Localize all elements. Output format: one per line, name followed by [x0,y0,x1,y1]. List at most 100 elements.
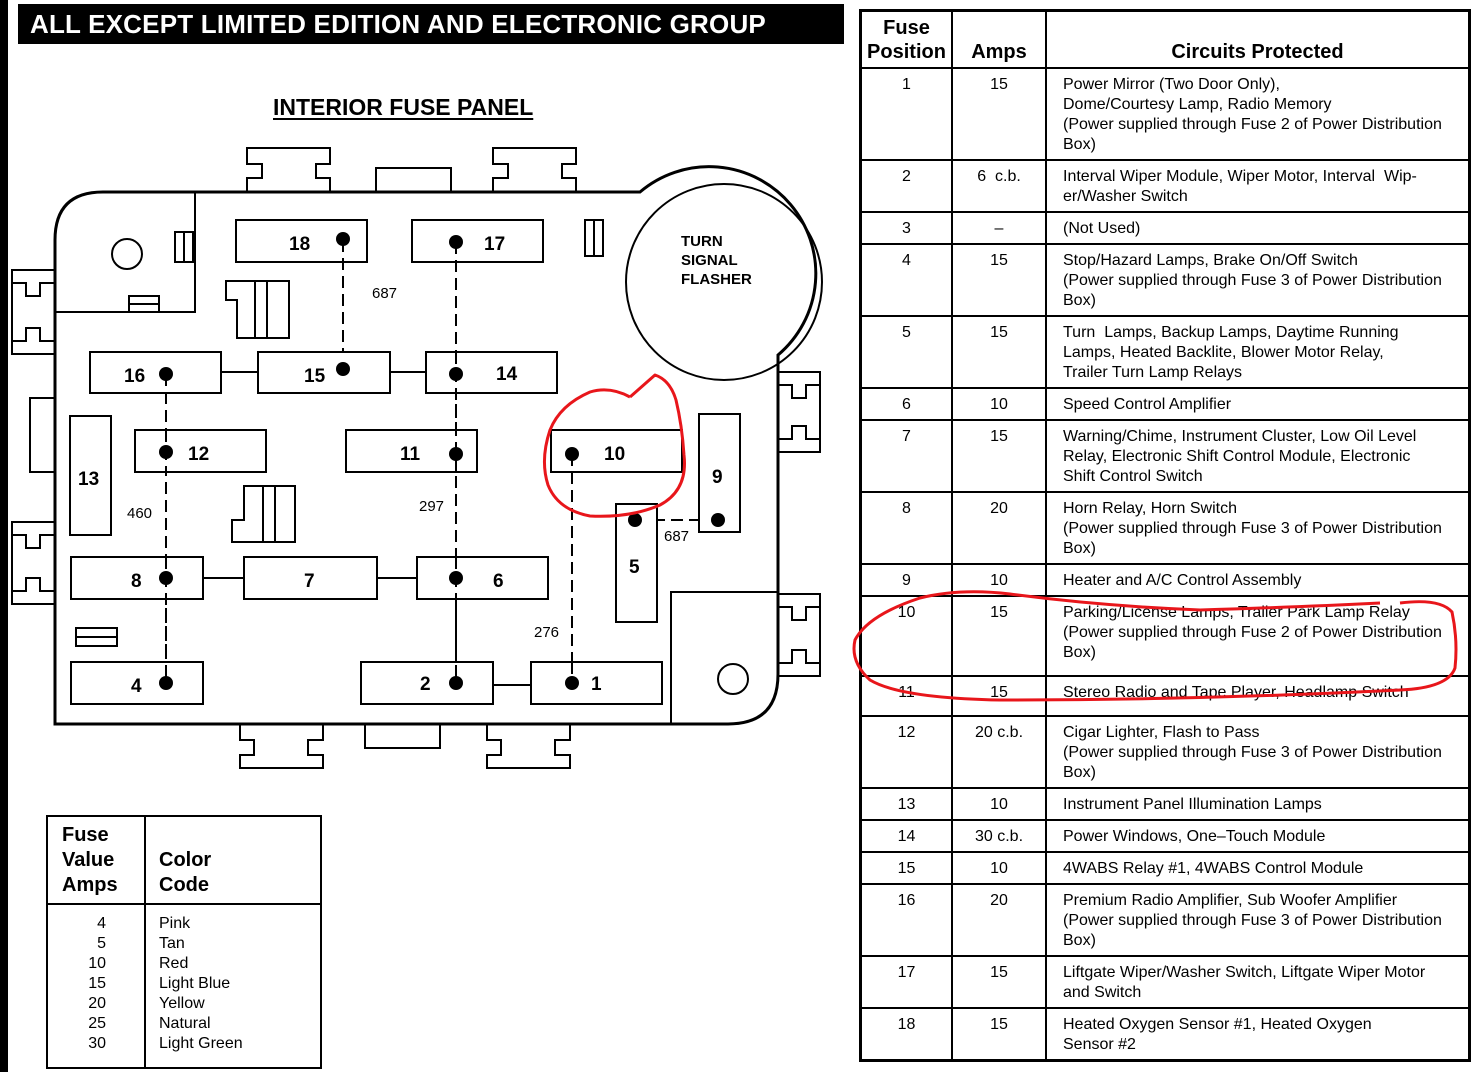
fuse-table-row: 18 15 Heated Oxygen Sensor #1, Heated Oxyg… [859,1007,1471,1062]
circuit-line: (Power supplied through Fuse 3 of Power … [1063,520,1442,537]
terminal-dot [159,445,173,459]
header-line: Value [62,849,115,871]
circuit-line: Shift Control Switch [1063,468,1203,485]
mount-hole-icon [717,663,749,695]
fuse-label-12: 12 [188,444,209,465]
fuse-amps: 15 [951,243,1047,317]
circuit-label-276: 276 [534,624,559,641]
table-header-row: Fuse Position Amps Circuits Protected [859,9,1471,69]
circuit-line: Liftgate Wiper/Washer Switch, Liftgate W… [1063,964,1426,981]
fuse-amps: 15 [951,675,1047,717]
fuse-position: 8 [859,491,953,565]
circuit-line: Stereo Radio and Tape Player, Headlamp S… [1063,684,1409,701]
circuits-protected: Cigar Lighter, Flash to Pass (Power suppl… [1045,715,1471,789]
fuse-slot-16[interactable] [89,351,222,394]
fuse-amps: 10 [951,851,1047,885]
fuse-color: Natural [159,1015,211,1032]
fuse-position: 9 [859,563,953,597]
fuse-slot-17[interactable] [411,219,544,263]
circuit-line: (Power supplied through Fuse 2 of Power … [1063,624,1442,641]
terminal-dot [565,676,579,690]
fuse-table-row: 12 20 c.b. Cigar Lighter, Flash to Pass (Po… [859,715,1471,789]
fuse-position: 18 [859,1007,953,1062]
circuits-protected: Power Mirror (Two Door Only), Dome/Courte… [1045,67,1471,161]
fuse-amps: 25 [88,1015,106,1032]
circuits-protected: Instrument Panel Illumination Lamps [1045,787,1471,821]
fuse-position: 6 [859,387,953,421]
circuit-line: Box) [1063,932,1096,949]
circuit-line: Heater and A/C Control Assembly [1063,572,1302,589]
fuse-position: 16 [859,883,953,957]
fuse-amps: 20 [951,883,1047,957]
circuit-line: (Power supplied through Fuse 2 of Power … [1063,116,1442,133]
color-code-row: 4 Pink [48,914,320,934]
flasher-label-line: TURN [681,233,723,250]
circuit-line: (Not Used) [1063,220,1141,237]
fuse-position: 2 [859,159,953,213]
fuse-table-row: 10 15 Parking/License Lamps, Trailer Park … [859,595,1471,677]
fuse-label-1: 1 [591,674,602,695]
fuse-amps: 15 [951,315,1047,389]
fuse-table-row: 16 20 Premium Radio Amplifier, Sub Woofer … [859,883,1471,957]
fuse-slot-14[interactable] [425,351,558,394]
fuse-table-row: 17 15 Liftgate Wiper/Washer Switch, Liftga… [859,955,1471,1009]
fuse-amps: 15 [88,975,106,992]
circuit-line: Premium Radio Amplifier, Sub Woofer Ampl… [1063,892,1398,909]
fuse-position: 12 [859,715,953,789]
fuse-position: 10 [859,595,953,677]
color-code-row: 5 Tan [48,934,320,954]
flasher-label-line: FLASHER [681,271,752,288]
fuse-label-15: 15 [304,366,326,387]
fuse-label-5: 5 [629,557,640,578]
fuse-amps: 15 [951,419,1047,493]
fuse-label-9: 9 [712,467,723,488]
fuse-table-row: 15 10 4WABS Relay #1, 4WABS Control Module [859,851,1471,885]
circuit-line: Relay, Electronic Shift Control Module, … [1063,448,1411,465]
header-line: Position [867,41,946,63]
circuit-line: and Switch [1063,984,1142,1001]
fuse-position-table: Fuse Position Amps Circuits Protected 11… [859,9,1471,1062]
circuit-line: (Power supplied through Fuse 3 of Power … [1063,912,1442,929]
fuse-table-row: 11 15 Stereo Radio and Tape Player, Headla… [859,675,1471,717]
fuse-table-row: 8 20 Horn Relay, Horn Switch (Power supplie… [859,491,1471,565]
fuse-label-8: 8 [131,571,142,592]
color-code-row: 25 Natural [48,1014,320,1034]
circuits-protected: Heater and A/C Control Assembly [1045,563,1471,597]
fuse-table-row: 3– (Not Used) [859,211,1471,245]
terminal-dot [628,513,642,527]
color-code-header: Fuse Value Amps Color Code [48,817,320,905]
circuit-line: Power Windows, One–Touch Module [1063,828,1326,845]
circuit-line: Box) [1063,136,1096,153]
fuse-panel-diagram: 18 17 16 15 14 13 12 11 10 9 5 8 7 6 4 2… [11,147,823,769]
fuse-label-18: 18 [289,234,310,255]
circuits-protected: (Not Used) [1045,211,1471,245]
terminal-dot [449,676,463,690]
circuits-protected: Power Windows, One–Touch Module [1045,819,1471,853]
fuse-label-11: 11 [400,444,421,465]
circuit-line: Warning/Chime, Instrument Cluster, Low O… [1063,428,1417,445]
terminal-dot [336,232,350,246]
circuit-line: Heated Oxygen Sensor #1, Heated Oxygen [1063,1016,1372,1033]
circuits-protected: Stereo Radio and Tape Player, Headlamp S… [1045,675,1471,717]
fuse-table-row: 14 30 c.b. Power Windows, One–Touch Module [859,819,1471,853]
circuit-line: er/Washer Switch [1063,188,1188,205]
fuse-amps: 15 [951,595,1047,677]
fuse-amps: – [951,211,1047,245]
circuit-line: Turn Lamps, Backup Lamps, Daytime Runnin… [1063,324,1399,341]
fuse-slot-6[interactable] [416,556,549,600]
circuit-line: Interval Wiper Module, Wiper Motor, Inte… [1063,168,1417,185]
header-fuse-position: Fuse Position [859,9,953,69]
circuit-line: 4WABS Relay #1, 4WABS Control Module [1063,860,1364,877]
circuits-protected: Stop/Hazard Lamps, Brake On/Off Switch (P… [1045,243,1471,317]
circuit-line: Cigar Lighter, Flash to Pass [1063,724,1260,741]
header-amps: Amps [951,9,1047,69]
fuse-amps: 10 [951,787,1047,821]
terminal-dot [159,367,173,381]
fuse-label-16: 16 [124,366,145,387]
fuse-table-row: 6 10 Speed Control Amplifier [859,387,1471,421]
header-line: Amps [62,874,118,896]
fuse-amps: 4 [97,915,106,932]
fuse-table-row: 5 15 Turn Lamps, Backup Lamps, Daytime Run… [859,315,1471,389]
bus-lines [203,371,531,686]
flasher-label-line: SIGNAL [681,252,738,269]
